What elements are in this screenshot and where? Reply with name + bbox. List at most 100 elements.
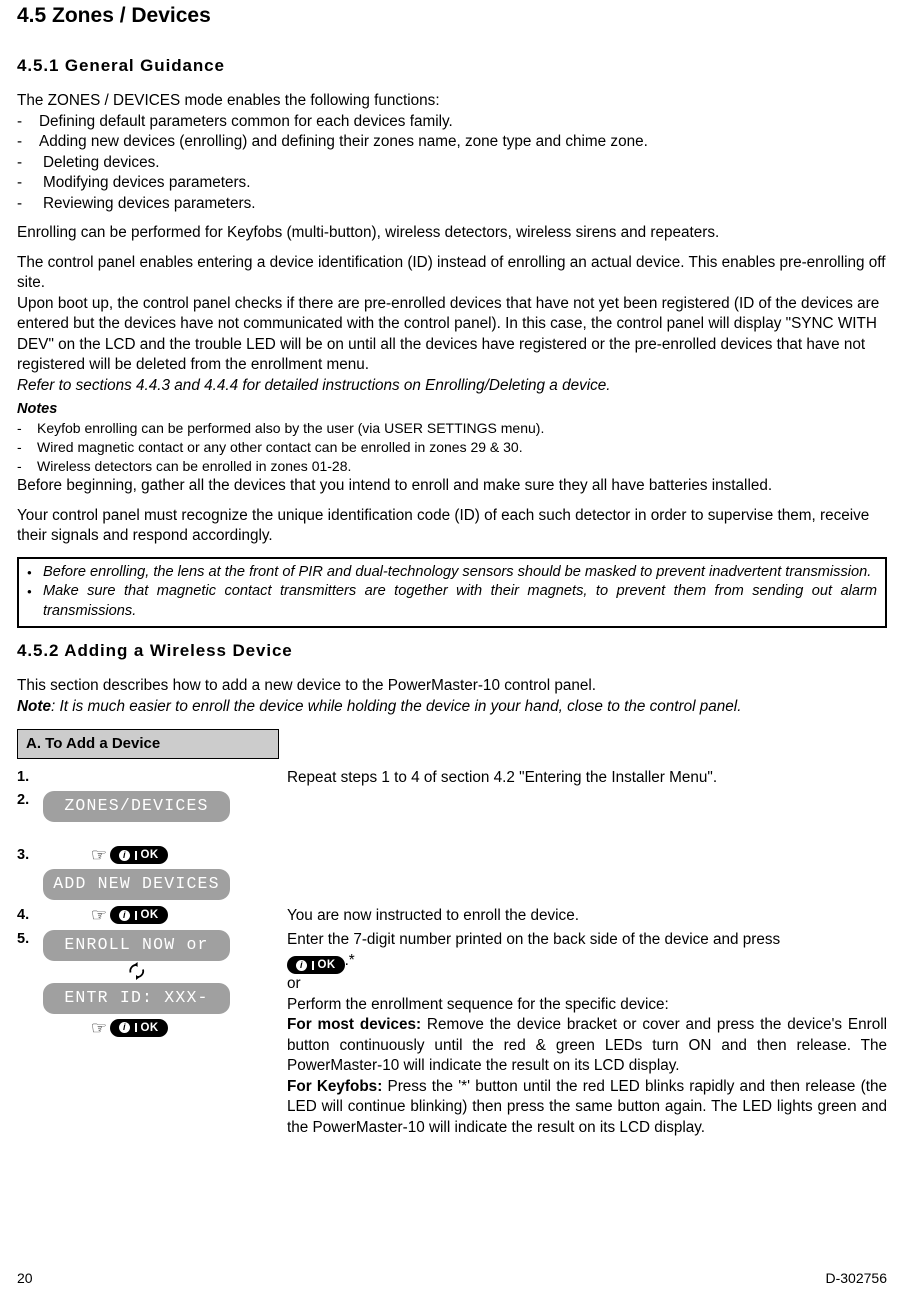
key-separator xyxy=(135,1023,137,1032)
dash-bullet: - xyxy=(17,174,23,191)
keyfobs-block: For Keyfobs: Press the '*' button until … xyxy=(287,1077,887,1139)
function-item-label: Reviewing devices parameters. xyxy=(43,194,256,212)
page-content: 4.5 Zones / Devices 4.5.1 General Guidan… xyxy=(17,0,887,1138)
step-visual: ZONES/DEVICES xyxy=(43,790,275,822)
dash-bullet: - xyxy=(17,153,23,171)
warning-box: • Before enrolling, the lens at the fron… xyxy=(17,556,887,628)
step-instruction: Repeat steps 1 to 4 of section 4.2 "Ente… xyxy=(287,769,718,786)
ok-key-button[interactable]: i OK xyxy=(110,906,168,924)
key-press-indicator: ☞ i OK xyxy=(43,906,275,925)
procedure-steps: 1. Repeat steps 1 to 4 of section 4.2 "E… xyxy=(17,768,887,1138)
notes-heading: Notes xyxy=(17,401,58,417)
function-list-item: - Modifying devices parameters. xyxy=(17,173,887,194)
info-icon: i xyxy=(296,959,307,971)
paragraph-adding-note: Note: It is much easier to enroll the de… xyxy=(17,697,887,718)
step-visual: ENROLL NOW or ENTR ID: XXX- ☞ i OK xyxy=(43,930,275,1037)
press-ok-line: i OK .* xyxy=(287,951,887,974)
ok-key-label: OK xyxy=(140,909,159,921)
lcd-display: ZONES/DEVICES xyxy=(43,790,230,822)
intro-paragraph: The ZONES / DEVICES mode enables the fol… xyxy=(17,92,440,109)
cycle-arrows-icon xyxy=(43,961,230,983)
function-list-item: - Defining default parameters common for… xyxy=(17,112,887,133)
function-item-label: Modifying devices parameters. xyxy=(43,174,251,191)
step-row: 3. ☞ i OK ADD NEW DEVICES xyxy=(17,846,887,900)
lcd-display-top: ENROLL NOW or xyxy=(43,930,230,961)
most-devices-block: For most devices: Remove the device brac… xyxy=(287,1015,887,1077)
subsection-heading-452: 4.5.2 Adding a Wireless Device xyxy=(17,641,293,660)
step-instruction: You are now instructed to enroll the dev… xyxy=(287,906,579,924)
info-icon: i xyxy=(119,849,130,861)
paragraph-before-beginning: Before beginning, gather all the devices… xyxy=(17,477,773,494)
function-list-item: - Deleting devices. xyxy=(17,153,887,174)
step-row: 4. ☞ i OK You are now instructed to enro… xyxy=(17,906,887,927)
page-number: 20 xyxy=(17,1270,33,1286)
note-text: : It is much easier to enroll the device… xyxy=(51,697,742,715)
key-separator xyxy=(135,850,137,860)
paragraph-preenroll: The control panel enables entering a dev… xyxy=(17,253,886,292)
function-list-item: - Reviewing devices parameters. xyxy=(17,194,887,215)
dash-bullet: - xyxy=(17,420,22,436)
step-number: 1. xyxy=(17,769,30,785)
note-list-item: - Wired magnetic contact or any other co… xyxy=(17,438,887,457)
warning-item: • Make sure that magnetic contact transm… xyxy=(27,582,877,621)
note-item-label: Wireless detectors can be enrolled in zo… xyxy=(37,458,352,474)
most-devices-label: For most devices: xyxy=(287,1016,422,1033)
dash-bullet: - xyxy=(17,439,22,455)
press-ok-suffix: .* xyxy=(344,951,355,969)
step-instruction: Enter the 7-digit number printed on the … xyxy=(275,930,887,1138)
keyfobs-label: For Keyfobs: xyxy=(287,1077,383,1095)
procedure-header: A. To Add a Device xyxy=(17,729,279,759)
function-list-item: - Adding new devices (enrolling) and def… xyxy=(17,132,887,153)
step-visual: ☞ i OK ADD NEW DEVICES xyxy=(43,846,275,900)
note-list-item: - Wireless detectors can be enrolled in … xyxy=(17,457,887,476)
note-item-label: Wired magnetic contact or any other cont… xyxy=(37,439,523,455)
dash-bullet: - xyxy=(17,194,23,212)
paragraph-refer: Refer to sections 4.4.3 and 4.4.4 for de… xyxy=(17,376,611,394)
document-id: D-302756 xyxy=(825,1270,888,1286)
key-press-indicator: ☞ i OK xyxy=(43,846,275,865)
enter-number-line: Enter the 7-digit number printed on the … xyxy=(287,930,887,951)
ok-key-label: OK xyxy=(140,1021,159,1034)
key-separator xyxy=(312,960,314,970)
function-item-label: Defining default parameters common for e… xyxy=(39,112,453,130)
enter-number-text: Enter the 7-digit number printed on the … xyxy=(287,931,781,948)
step-number: 5. xyxy=(17,931,30,947)
step-number: 3. xyxy=(17,846,30,863)
step-row: 1. Repeat steps 1 to 4 of section 4.2 "E… xyxy=(17,768,887,789)
bullet-icon: • xyxy=(27,584,32,599)
ok-key-button[interactable]: i OK xyxy=(287,956,345,974)
paragraph-bootup: Upon boot up, the control panel checks i… xyxy=(17,294,880,374)
lcd-display: ADD NEW DEVICES xyxy=(43,868,230,900)
note-item-label: Keyfob enrolling can be performed also b… xyxy=(37,420,545,436)
pointing-hand-icon: ☞ xyxy=(90,845,108,865)
step-number: 4. xyxy=(17,906,30,923)
key-press-indicator: ☞ i OK xyxy=(43,1018,275,1037)
function-item-label: Deleting devices. xyxy=(43,153,160,171)
pointing-hand-icon: ☞ xyxy=(90,1017,108,1038)
perform-sequence-line: Perform the enrollment sequence for the … xyxy=(287,995,669,1013)
pointing-hand-icon: ☞ xyxy=(90,905,108,925)
step-row: 5. ENROLL NOW or ENTR ID: XXX- ☞ i OK En… xyxy=(17,930,887,1138)
or-line: or xyxy=(287,975,301,992)
info-icon: i xyxy=(119,1022,130,1033)
warning-item-label: Make sure that magnetic contact transmit… xyxy=(43,583,877,619)
note-list-item: - Keyfob enrolling can be performed also… xyxy=(17,419,887,438)
ok-key-button[interactable]: i OK xyxy=(110,1018,168,1037)
ok-key-button[interactable]: i OK xyxy=(110,846,168,864)
paragraph-enrolling: Enrolling can be performed for Keyfobs (… xyxy=(17,224,720,241)
info-icon: i xyxy=(119,909,130,921)
note-label: Note xyxy=(17,697,51,715)
subsection-heading-451: 4.5.1 General Guidance xyxy=(17,56,225,75)
function-item-label: Adding new devices (enrolling) and defin… xyxy=(39,133,648,150)
key-separator xyxy=(135,910,137,920)
page-title: 4.5 Zones / Devices xyxy=(17,4,211,27)
paragraph-recognize: Your control panel must recognize the un… xyxy=(17,506,870,545)
dash-bullet: - xyxy=(17,133,23,150)
dash-bullet: - xyxy=(17,112,23,130)
step-number: 2. xyxy=(17,791,30,808)
warning-item: • Before enrolling, the lens at the fron… xyxy=(27,563,877,583)
ok-key-label: OK xyxy=(140,849,159,861)
bullet-icon: • xyxy=(27,564,32,580)
document-page: 4.5 Zones / Devices 4.5.1 General Guidan… xyxy=(0,0,904,1295)
cycle-arrows-svg xyxy=(128,962,144,980)
